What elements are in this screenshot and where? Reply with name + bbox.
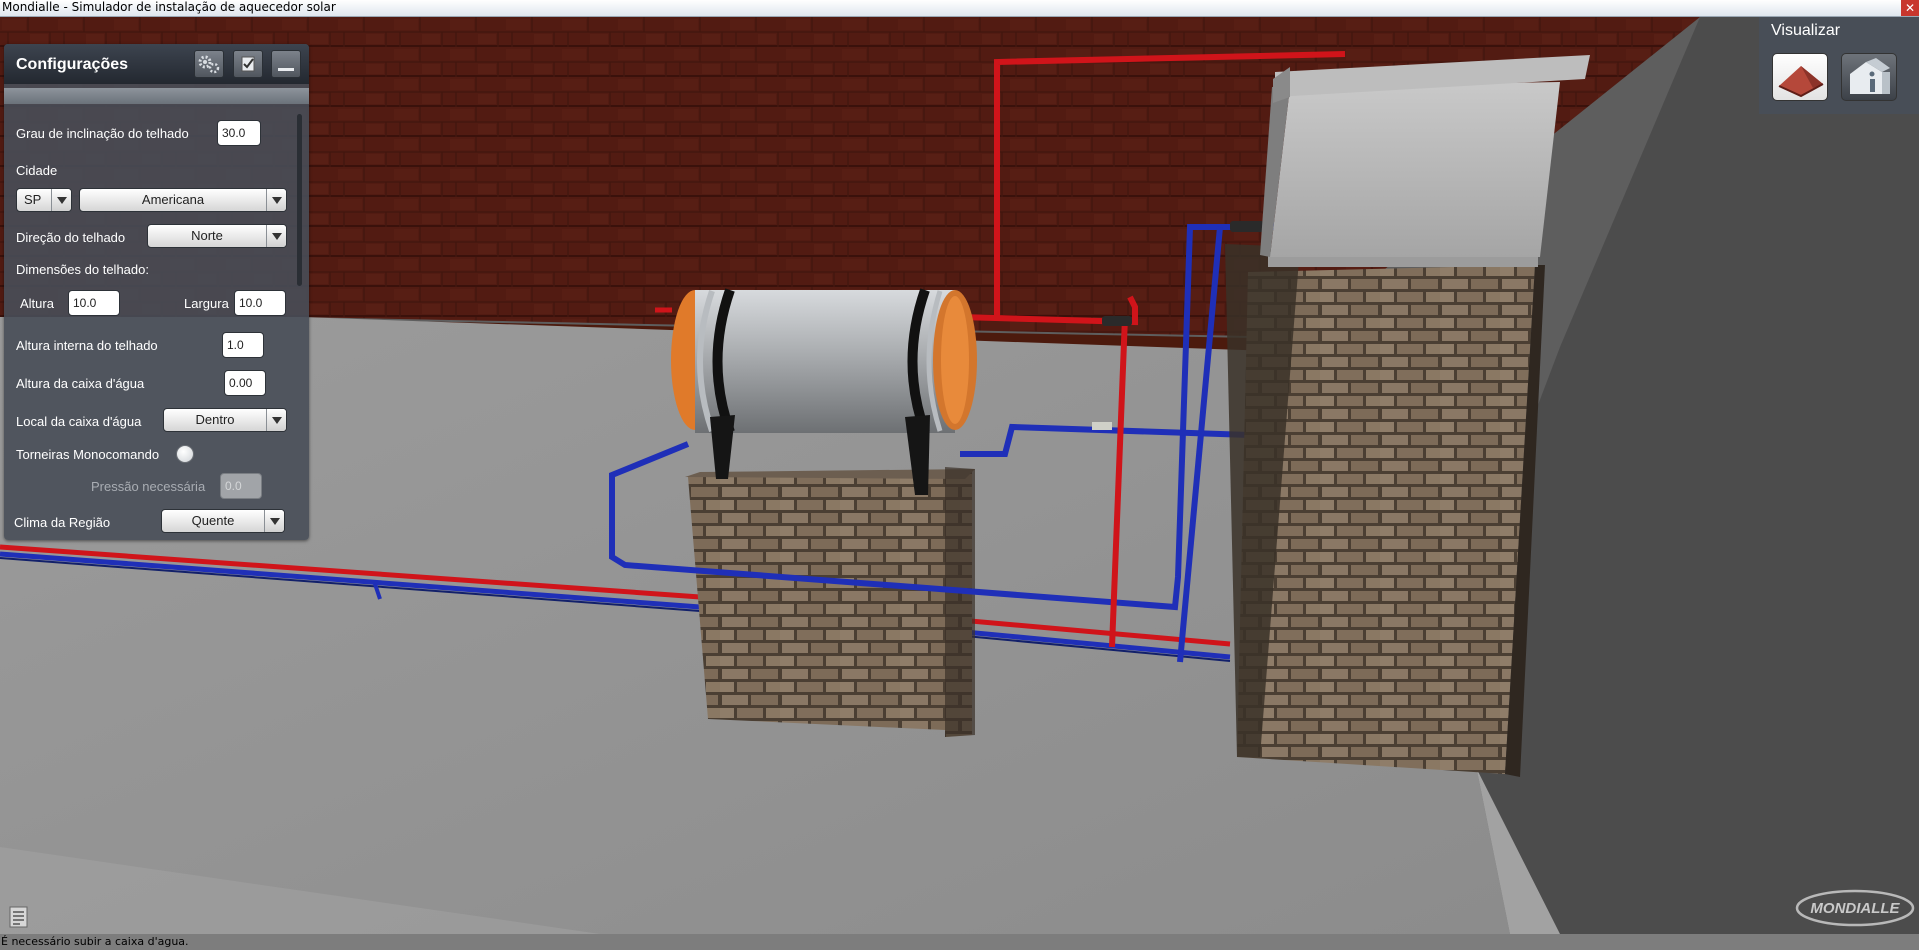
gears-icon[interactable] <box>194 50 224 78</box>
internal-roof-height-label: Altura interna do telhado <box>16 338 158 353</box>
required-pressure-label: Pressão necessária <box>91 479 206 494</box>
roof-direction-value: Norte <box>191 228 223 243</box>
roof-width-label: Largura <box>184 296 229 311</box>
roof-inclination-input[interactable]: 30.0 <box>217 120 261 146</box>
logo-text: MONDIALLE <box>1810 900 1900 917</box>
single-lever-faucets-label: Torneiras Monocomando <box>16 447 160 462</box>
tank-location-select[interactable]: Dentro <box>163 408 287 432</box>
roof-direction-label: Direção do telhado <box>16 230 126 245</box>
city-select[interactable]: Americana <box>79 188 287 212</box>
roof-direction-select[interactable]: Norte <box>147 224 287 248</box>
panel-scrollbar[interactable] <box>297 114 302 286</box>
window-titlebar: Mondialle - Simulador de instalação de a… <box>0 0 1919 17</box>
house-info-button[interactable] <box>1841 53 1897 101</box>
roof-view-button[interactable] <box>1772 53 1828 101</box>
roof-view-icon <box>1778 66 1824 98</box>
climate-select[interactable]: Quente <box>161 509 285 533</box>
window-title: Mondialle - Simulador de instalação de a… <box>2 0 336 14</box>
required-pressure-input: 0.0 <box>220 473 262 499</box>
settings-panel-title: Configurações <box>16 56 129 73</box>
single-lever-faucets-toggle[interactable] <box>176 445 194 463</box>
roof-dimensions-label: Dimensões do telhado: <box>16 262 149 277</box>
checkbox-icon[interactable] <box>233 50 263 78</box>
view-panel-title: Visualizar <box>1771 22 1841 39</box>
climate-label: Clima da Região <box>14 515 111 530</box>
tank-height-label: Altura da caixa d'água <box>16 376 145 391</box>
minimize-icon[interactable] <box>271 50 301 78</box>
chevron-down-icon <box>264 510 284 532</box>
roof-height-label: Altura <box>20 296 54 311</box>
state-select-value: SP <box>24 192 42 207</box>
city-label: Cidade <box>16 163 58 178</box>
settings-panel: Configurações Grau de inclinação do telh… <box>4 44 309 540</box>
mondialle-logo: MONDIALLE <box>1795 889 1915 927</box>
view-panel: Visualizar <box>1759 17 1919 114</box>
roof-width-input[interactable]: 10.0 <box>234 290 286 316</box>
chevron-down-icon <box>266 225 286 247</box>
tank-location-value: Dentro <box>195 412 235 427</box>
chevron-down-icon <box>51 189 71 211</box>
house-info-icon <box>1850 58 1890 94</box>
climate-value: Quente <box>191 513 235 528</box>
roof-height-input[interactable]: 10.0 <box>68 290 120 316</box>
chevron-down-icon <box>266 409 286 431</box>
status-message: É necessário subir a caixa d'agua. <box>1 935 189 948</box>
tank-height-input[interactable]: 0.00 <box>224 370 266 396</box>
close-button[interactable]: ✕ <box>1901 0 1919 16</box>
chevron-down-icon <box>266 189 286 211</box>
state-select[interactable]: SP <box>16 188 72 212</box>
tank-location-label: Local da caixa d'água <box>16 414 142 429</box>
roof-inclination-label: Grau de inclinação do telhado <box>16 126 189 141</box>
document-icon[interactable] <box>8 905 30 929</box>
settings-panel-header: Configurações <box>4 44 309 84</box>
internal-roof-height-input[interactable]: 1.0 <box>222 332 264 358</box>
panel-divider <box>4 88 309 104</box>
status-bar: É necessário subir a caixa d'agua. <box>0 934 1919 950</box>
city-select-value: Americana <box>141 192 205 207</box>
